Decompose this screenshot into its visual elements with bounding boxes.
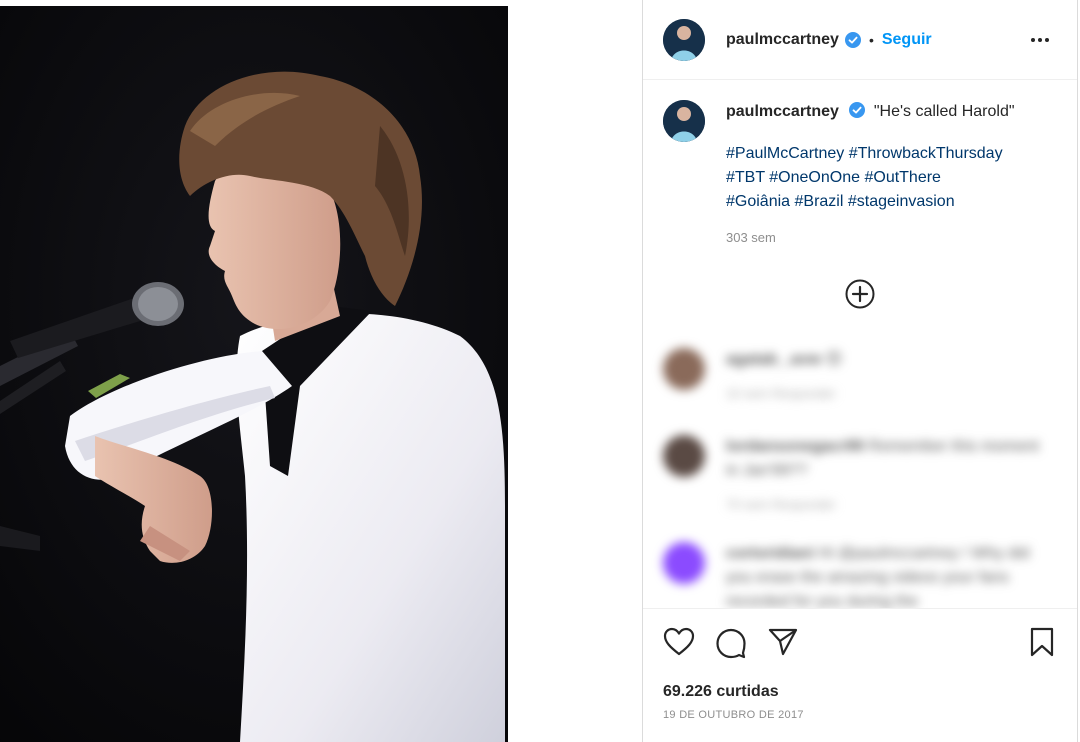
comment-body: agatab_.avw 😍 10 sem Responder bbox=[726, 348, 1046, 406]
header-separator: • bbox=[868, 31, 874, 48]
hashtag-list: #PaulMcCartney #ThrowbackThursday #TBT #… bbox=[726, 142, 1057, 214]
comment-item: cortoridiani Hi @paulmccartney ! Why did… bbox=[663, 542, 1046, 608]
comment-username[interactable]: cortoridiani bbox=[726, 545, 814, 562]
author-avatar[interactable] bbox=[663, 18, 705, 61]
likes-count[interactable]: 69.226 curtidas bbox=[663, 683, 779, 701]
comment-text: 😍 bbox=[825, 351, 843, 368]
caption-text: "He's called Harold" bbox=[873, 103, 1015, 120]
comment-avatar[interactable] bbox=[663, 435, 705, 477]
comment-avatar[interactable] bbox=[663, 542, 705, 584]
hashtag-link[interactable]: #ThrowbackThursday bbox=[849, 145, 1003, 162]
hashtag-link[interactable]: #stageinvasion bbox=[848, 193, 955, 210]
plus-circle-icon[interactable] bbox=[844, 278, 876, 315]
post-time-ago: 303 sem bbox=[726, 230, 776, 245]
avatar-image bbox=[663, 18, 705, 61]
post-photo-illustration bbox=[0, 6, 508, 742]
caption-author-avatar[interactable] bbox=[663, 100, 705, 142]
caption-username[interactable]: paulmccartney bbox=[726, 103, 839, 120]
comment-body: cortoridiani Hi @paulmccartney ! Why did… bbox=[726, 542, 1046, 608]
comment-item: agatab_.avw 😍 10 sem Responder bbox=[663, 348, 1046, 406]
hashtag-link[interactable]: #PaulMcCartney bbox=[726, 145, 844, 162]
comment-meta: 10 sem Responder bbox=[726, 386, 836, 401]
comment-icon[interactable] bbox=[715, 627, 747, 664]
post-actions-bar: 69.226 curtidas 19 DE OUTUBRO DE 2017 bbox=[643, 608, 1077, 742]
post-media-area bbox=[0, 0, 642, 742]
author-username[interactable]: paulmccartney bbox=[726, 31, 839, 49]
hashtag-link[interactable]: #TBT bbox=[726, 169, 765, 186]
post-header: paulmccartney • Seguir bbox=[643, 0, 1077, 80]
verified-badge-icon bbox=[849, 102, 866, 118]
avatar-image bbox=[663, 100, 705, 142]
follow-button[interactable]: Seguir bbox=[882, 31, 932, 49]
more-options-icon[interactable] bbox=[1029, 29, 1051, 56]
comments-scroll-area[interactable]: paulmccartney "He's called Harold" #Paul… bbox=[643, 80, 1077, 608]
post-date: 19 DE OUTUBRO DE 2017 bbox=[663, 709, 804, 721]
comment-username[interactable]: lordansonegacr99 bbox=[726, 438, 864, 455]
comment-meta: 70 sem Responder bbox=[726, 497, 836, 512]
caption-row: paulmccartney "He's called Harold" #Paul… bbox=[643, 80, 1077, 250]
post-details-panel: paulmccartney • Seguir paulmccartney "He… bbox=[642, 0, 1078, 742]
comment-body: lordansonegacr99 Remember this moment in… bbox=[726, 435, 1046, 517]
heart-icon[interactable] bbox=[663, 627, 695, 662]
comment-username[interactable]: agatab_.avw bbox=[726, 351, 821, 368]
bookmark-icon[interactable] bbox=[1029, 627, 1055, 662]
verified-badge-icon bbox=[844, 31, 861, 48]
hashtag-link[interactable]: #Brazil bbox=[795, 193, 844, 210]
hashtag-link[interactable]: #Goiânia bbox=[726, 193, 790, 210]
comment-avatar[interactable] bbox=[663, 348, 705, 390]
post-photo[interactable] bbox=[0, 6, 508, 742]
comment-item: lordansonegacr99 Remember this moment in… bbox=[663, 435, 1046, 517]
hashtag-link[interactable]: #OneOnOne bbox=[769, 169, 860, 186]
share-icon[interactable] bbox=[767, 627, 799, 662]
hashtag-link[interactable]: #OutThere bbox=[864, 169, 940, 186]
caption-body: paulmccartney "He's called Harold" #Paul… bbox=[726, 100, 1057, 250]
